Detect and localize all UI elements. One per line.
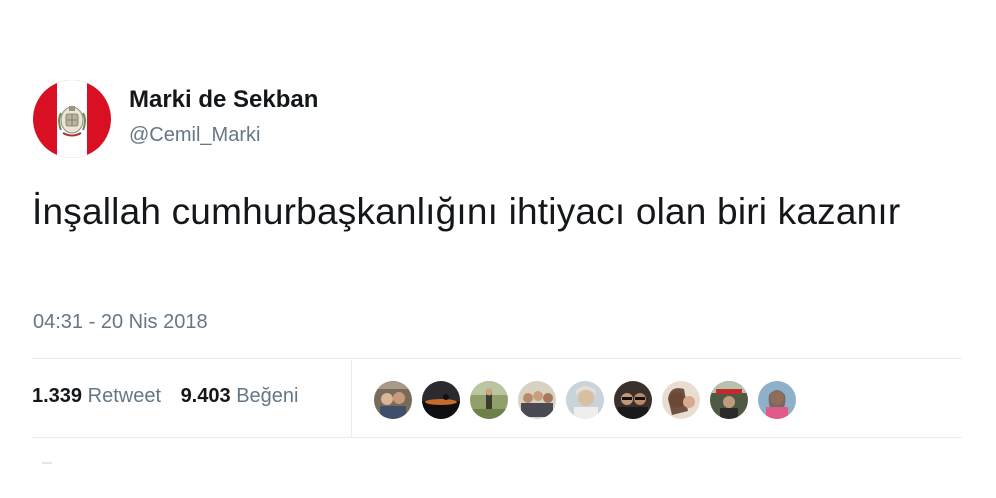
like-count-link[interactable]: 9.403 Beğeni xyxy=(181,385,299,408)
liker-avatar-8[interactable] xyxy=(709,380,749,420)
stats-bottom-divider xyxy=(32,437,962,438)
stats-top-divider xyxy=(32,358,962,359)
retweet-label: Retweet xyxy=(87,385,161,407)
tweet-text: İnşallah cumhurbaşkanlığını ihtiyacı ola… xyxy=(32,191,901,232)
retweet-count-link[interactable]: 1.339 Retweet xyxy=(32,385,161,408)
author-avatar[interactable] xyxy=(33,80,111,158)
liker-avatar-7[interactable] xyxy=(661,380,701,420)
stats-vertical-divider xyxy=(351,360,352,437)
liker-avatar-4[interactable] xyxy=(517,380,557,420)
tweet-card: Marki de Sekban @Cemil_Marki İnşallah cu… xyxy=(0,0,996,498)
like-count: 9.403 xyxy=(180,385,231,407)
tweet-timestamp[interactable]: 04:31 - 20 Nis 2018 xyxy=(33,311,208,334)
liker-avatar-5[interactable] xyxy=(565,380,605,420)
like-label: Beğeni xyxy=(236,385,299,407)
retweet-count: 1.339 xyxy=(32,385,83,407)
tweet-stats: 1.339 Retweet 9.403 Beğeni xyxy=(32,385,312,408)
action-bar-hint xyxy=(42,462,52,464)
liker-avatar-6[interactable] xyxy=(613,380,653,420)
author-handle[interactable]: @Cemil_Marki xyxy=(129,124,260,147)
author-display-name[interactable]: Marki de Sekban xyxy=(129,86,318,114)
liker-avatar-1[interactable] xyxy=(373,380,413,420)
liker-avatar-9[interactable] xyxy=(757,380,797,420)
liker-avatar-3[interactable] xyxy=(469,380,509,420)
peru-flag-coat-of-arms-icon xyxy=(33,80,111,158)
liker-avatar-2[interactable] xyxy=(421,380,461,420)
